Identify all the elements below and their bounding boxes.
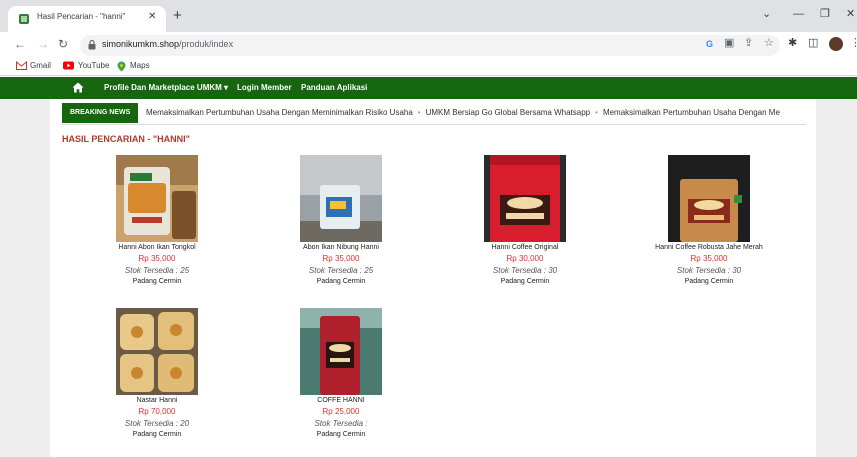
product-card[interactable]: Nastar Hanni Rp 70,000 Stok Tersedia : 2…	[65, 308, 249, 438]
product-price: Rp 30,000	[506, 254, 544, 263]
divider	[62, 124, 806, 125]
ticker-item[interactable]: UMKM Bersiap Go Global Bersama Whatsapp	[426, 108, 591, 117]
new-tab-icon[interactable]: +	[173, 8, 182, 23]
product-stock: Stok Tersedia : 30	[676, 266, 742, 275]
minimize-icon[interactable]: —	[793, 8, 804, 20]
url-host: simonikumkm.shop	[102, 39, 180, 49]
browser-tabstrip: Hasil Pencarian - "hanni" ✕ + ⌄ — ❐ ✕	[0, 0, 857, 32]
back-icon[interactable]: ←	[14, 37, 26, 51]
nav-login-member[interactable]: Login Member	[237, 83, 292, 92]
product-card[interactable]: Abon Ikan Nibung Hanni Rp 35,000 Stok Te…	[249, 155, 433, 285]
forward-icon[interactable]: →	[37, 37, 49, 51]
product-card[interactable]: Hanni Coffee Original Rp 30,000 Stok Ter…	[433, 155, 617, 285]
home-icon[interactable]	[72, 82, 84, 93]
lock-icon	[88, 40, 96, 50]
product-name[interactable]: Hanni Coffee Robusta Jahe Merah	[617, 244, 801, 251]
product-location: Padang Cermin	[500, 278, 550, 285]
nav-profile-label: Profile Dan Marketplace UMKM	[104, 83, 222, 92]
site-favicon-icon	[19, 14, 29, 24]
page-background: Profile Dan Marketplace UMKM ▾ Login Mem…	[0, 77, 857, 457]
product-card[interactable]: Hanni Coffee Robusta Jahe Merah Rp 35,00…	[617, 155, 801, 285]
ticker-separator: •	[595, 108, 598, 117]
product-location: Padang Cermin	[316, 278, 366, 285]
tab-title: Hasil Pencarian - "hanni"	[37, 12, 126, 21]
product-stock: Stok Tersedia : 25	[124, 266, 190, 275]
product-price: Rp 35,000	[322, 254, 360, 263]
chevron-down-icon: ▾	[224, 83, 229, 92]
product-image-coffee-robusta[interactable]	[668, 155, 750, 242]
tab-search-icon[interactable]: ⌄	[762, 8, 771, 20]
site-navbar: Profile Dan Marketplace UMKM ▾ Login Mem…	[0, 77, 857, 99]
product-stock: Stok Tersedia : 25	[308, 266, 374, 275]
product-name[interactable]: COFFE HANNI	[249, 397, 433, 404]
product-image-abon-tongkol[interactable]	[116, 155, 198, 242]
ticker-item[interactable]: Memaksimalkan Pertumbuhan Usaha Dengan M…	[603, 108, 780, 117]
bookmark-youtube[interactable]: YouTube	[78, 61, 109, 70]
product-card[interactable]: COFFE HANNI Rp 25,000 Stok Tersedia : Pa…	[249, 308, 433, 438]
product-stock: Stok Tersedia :	[314, 419, 368, 428]
bookmark-maps[interactable]: Maps	[130, 61, 150, 70]
reload-icon[interactable]: ↻	[58, 37, 68, 51]
bookmarks-bar: Gmail YouTube Maps	[0, 58, 857, 76]
ticker-separator: •	[417, 108, 421, 117]
nav-panduan-aplikasi[interactable]: Panduan Aplikasi	[301, 83, 367, 92]
product-name[interactable]: Abon Ikan Nibung Hanni	[249, 244, 433, 251]
youtube-icon	[63, 61, 74, 70]
product-image-coffe-hanni[interactable]	[300, 308, 382, 395]
address-bar[interactable]: simonikumkm.shop/produk/index	[80, 35, 780, 56]
product-price: Rp 25,000	[322, 407, 360, 416]
translate-icon[interactable]: ▣	[724, 36, 734, 50]
product-stock: Stok Tersedia : 30	[492, 266, 558, 275]
ticker-line: Memaksimalkan Pertumbuhan Usaha Dengan M…	[146, 108, 780, 117]
product-card[interactable]: Hanni Abon Ikan Tongkol Rp 35,000 Stok T…	[65, 155, 249, 285]
ticker-item[interactable]: Memaksimalkan Pertumbuhan Usaha Dengan M…	[146, 108, 413, 117]
product-location: Padang Cermin	[316, 431, 366, 438]
nav-profile-marketplace[interactable]: Profile Dan Marketplace UMKM ▾	[104, 83, 228, 92]
product-image-abon-nibung[interactable]	[300, 155, 382, 242]
bookmark-star-icon[interactable]: ☆	[764, 36, 774, 50]
product-location: Padang Cermin	[684, 278, 734, 285]
product-location: Padang Cermin	[132, 431, 182, 438]
profile-avatar[interactable]	[829, 37, 843, 51]
menu-kebab-icon[interactable]: ⋮	[850, 36, 857, 50]
url-path: /produk/index	[179, 39, 234, 49]
browser-tab[interactable]: Hasil Pencarian - "hanni" ✕	[8, 6, 166, 32]
maximize-icon[interactable]: ❐	[820, 8, 830, 20]
product-price: Rp 35,000	[138, 254, 176, 263]
close-window-icon[interactable]: ✕	[846, 8, 855, 20]
bookmark-gmail[interactable]: Gmail	[30, 61, 51, 70]
breaking-news-badge: BREAKING NEWS	[62, 103, 139, 123]
product-image-coffee-original[interactable]	[484, 155, 566, 242]
extensions-icon[interactable]: ✱	[788, 36, 797, 50]
product-price: Rp 70,000	[138, 407, 176, 416]
search-results-title: HASIL PENCARIAN - "HANNI"	[62, 134, 190, 144]
maps-icon	[117, 61, 126, 72]
product-name[interactable]: Hanni Coffee Original	[433, 244, 617, 251]
product-stock: Stok Tersedia : 20	[124, 419, 190, 428]
product-name[interactable]: Hanni Abon Ikan Tongkol	[65, 244, 249, 251]
side-panel-icon[interactable]: ◫	[808, 36, 818, 50]
product-location: Padang Cermin	[132, 278, 182, 285]
product-price: Rp 35,000	[690, 254, 728, 263]
product-name[interactable]: Nastar Hanni	[65, 397, 249, 404]
tab-close-icon[interactable]: ✕	[148, 11, 156, 22]
share-icon[interactable]: ⇪	[744, 36, 753, 50]
news-ticker: BREAKING NEWS Memaksimalkan Pertumbuhan …	[62, 103, 806, 123]
gmail-icon	[16, 61, 27, 70]
google-lens-icon[interactable]: G	[706, 37, 713, 51]
browser-toolbar: ← → ↻ simonikumkm.shop/produk/index G ▣ …	[0, 32, 857, 58]
url-text: simonikumkm.shop/produk/index	[102, 39, 233, 49]
product-image-nastar[interactable]	[116, 308, 198, 395]
